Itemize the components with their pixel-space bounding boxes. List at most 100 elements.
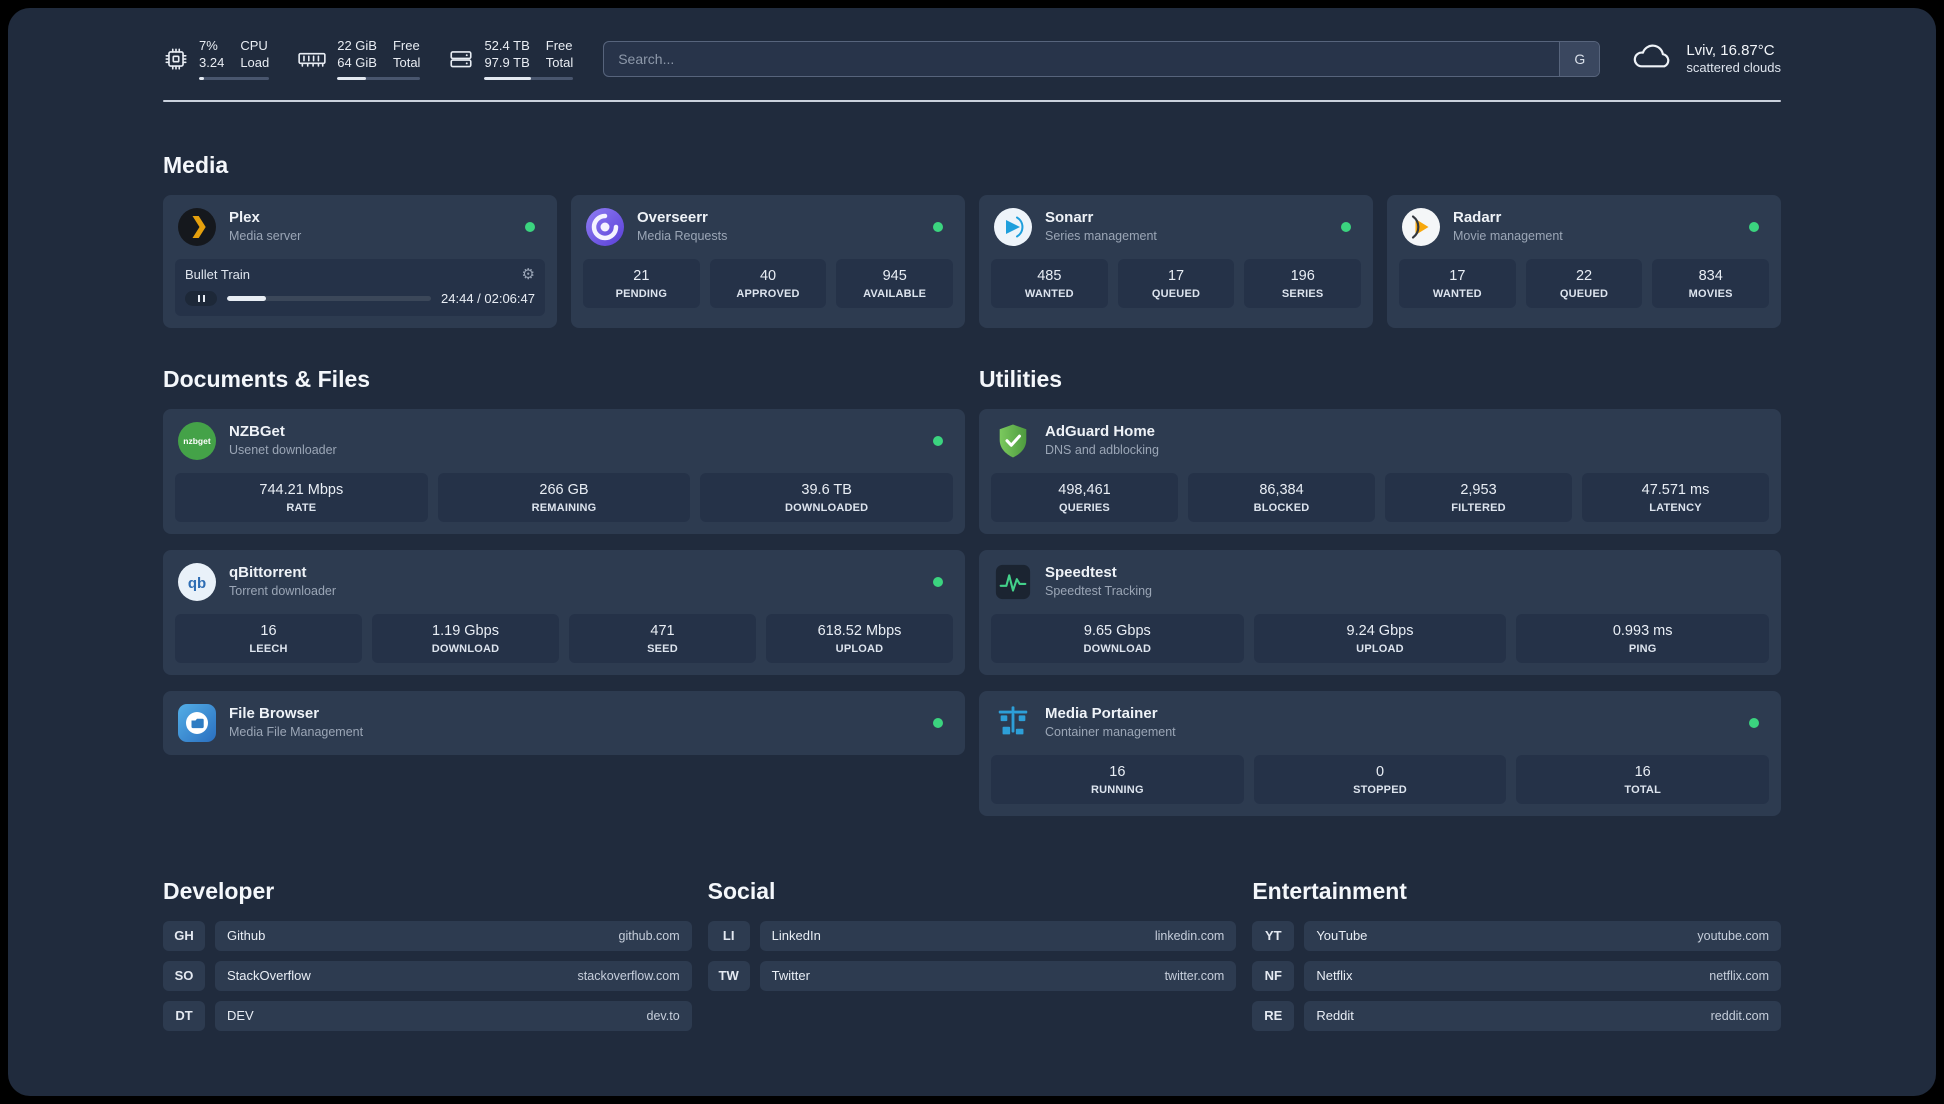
stat-latency: 47.571 ms LATENCY — [1582, 472, 1769, 522]
search-bar: G — [603, 40, 1601, 77]
bookmark-github[interactable]: Github github.com — [215, 920, 692, 951]
stat-rate: 744.21 Mbps RATE — [175, 472, 428, 522]
gear-icon[interactable]: ⚙ — [522, 267, 535, 282]
ram-progress-bar — [337, 76, 421, 80]
disk-total-value: 97.9 TB — [484, 54, 530, 70]
twitter-abbr: TW — [707, 960, 750, 991]
cpu-percent: 7% — [199, 38, 218, 53]
documents-section: Documents & Files nzbget NZBGet Usenet d — [163, 366, 965, 755]
card-portainer[interactable]: Media Portainer Container management 16 … — [979, 690, 1781, 816]
nzbget-status-dot — [933, 435, 943, 446]
stat-downloaded: 39.6 TB DOWNLOADED — [700, 472, 954, 522]
card-adguard[interactable]: AdGuard Home DNS and adblocking 498,461 … — [979, 408, 1781, 534]
nzbget-icon: nzbget — [177, 421, 217, 461]
pause-button[interactable] — [185, 290, 217, 306]
card-plex[interactable]: Plex Media server Bullet Train ⚙ 24:44 /… — [163, 194, 557, 328]
dashboard-page: 7% 3.24 CPU Load 22 GiB 64 GiB Free Tota… — [8, 8, 1936, 1096]
disk-label-2: Total — [545, 54, 574, 70]
disk-label-1: Free — [545, 38, 573, 53]
plex-status-dot — [525, 221, 535, 232]
stat-approved: 40 APPROVED — [709, 258, 827, 308]
adguard-icon — [993, 421, 1033, 461]
svg-text:nzbget: nzbget — [183, 436, 211, 446]
plex-icon — [177, 207, 217, 247]
bookmark-reddit[interactable]: Reddit reddit.com — [1304, 1000, 1781, 1031]
weather-condition: scattered clouds — [1686, 60, 1781, 76]
radarr-icon — [1401, 207, 1441, 247]
media-heading: Media — [163, 151, 229, 178]
stat-download: 1.19 Gbps DOWNLOAD — [372, 613, 559, 663]
cpu-label-1: CPU — [240, 38, 268, 53]
filebrowser-subtitle: Media File Management — [229, 725, 364, 740]
sonarr-subtitle: Series management — [1045, 229, 1157, 244]
card-speedtest[interactable]: Speedtest Speedtest Tracking 9.65 Gbps D… — [979, 549, 1781, 675]
linkedin-abbr: LI — [707, 920, 750, 951]
stat-queries: 498,461 QUERIES — [991, 472, 1178, 522]
dev-abbr: DT — [163, 1000, 205, 1031]
card-filebrowser[interactable]: File Browser Media File Management — [163, 690, 965, 755]
speedtest-name: Speedtest — [1045, 563, 1117, 581]
bookmark-group-entertainment: Entertainment YT YouTube youtube.com NF … — [1252, 878, 1781, 1031]
playback-progress-bar[interactable] — [227, 295, 432, 301]
disk-stat: 52.4 TB 97.9 TB Free Total — [448, 38, 574, 80]
netflix-abbr: NF — [1252, 960, 1295, 991]
search-input[interactable] — [604, 41, 1560, 76]
playback-time: 24:44 / 02:06:47 — [441, 290, 535, 306]
card-nzbget[interactable]: nzbget NZBGet Usenet downloader 744.21 M… — [163, 408, 965, 534]
stat-stopped: 0 STOPPED — [1253, 754, 1507, 804]
cpu-label-2: Load — [240, 54, 270, 70]
header-divider — [163, 99, 1781, 102]
now-playing-title: Bullet Train — [185, 266, 251, 282]
bookmark-twitter[interactable]: Twitter twitter.com — [759, 960, 1237, 991]
stat-series: 196 SERIES — [1244, 258, 1362, 308]
bookmark-group-developer: Developer GH Github github.com SO StackO… — [163, 878, 692, 1031]
bookmark-netflix[interactable]: Netflix netflix.com — [1304, 960, 1781, 991]
stat-wanted: 17 WANTED — [1399, 258, 1516, 308]
documents-heading: Documents & Files — [163, 365, 371, 392]
bookmark-youtube[interactable]: YouTube youtube.com — [1304, 920, 1781, 951]
plex-name: Plex — [229, 208, 260, 226]
overseerr-status-dot — [933, 221, 943, 232]
plex-subtitle: Media server — [229, 229, 302, 244]
top-bar: 7% 3.24 CPU Load 22 GiB 64 GiB Free Tota… — [163, 38, 1781, 80]
stat-download: 9.65 Gbps DOWNLOAD — [991, 613, 1244, 663]
stat-queued: 22 QUEUED — [1525, 258, 1643, 308]
card-sonarr[interactable]: Sonarr Series management 485 WANTED 17 Q… — [979, 194, 1373, 328]
radarr-name: Radarr — [1453, 208, 1502, 226]
nzbget-name: NZBGet — [229, 422, 285, 440]
qbittorrent-subtitle: Torrent downloader — [229, 584, 337, 599]
qbittorrent-status-dot — [933, 576, 943, 587]
card-qbittorrent[interactable]: qb qBittorrent Torrent downloader 16 LEE… — [163, 549, 965, 675]
stat-filtered: 2,953 FILTERED — [1385, 472, 1572, 522]
bookmark-linkedin[interactable]: LinkedIn linkedin.com — [759, 920, 1237, 951]
portainer-subtitle: Container management — [1045, 725, 1176, 740]
disk-icon — [448, 46, 474, 72]
stat-ping: 0.993 ms PING — [1516, 613, 1770, 663]
plex-now-playing: Bullet Train ⚙ 24:44 / 02:06:47 — [175, 258, 545, 316]
stat-remaining: 266 GB REMAINING — [437, 472, 691, 522]
stat-movies: 834 MOVIES — [1652, 258, 1770, 308]
overseerr-subtitle: Media Requests — [637, 229, 728, 244]
sonarr-icon — [993, 207, 1033, 247]
cpu-progress-bar — [199, 76, 270, 80]
ram-total-value: 64 GiB — [337, 54, 377, 70]
cloud-icon — [1630, 40, 1674, 77]
radarr-subtitle: Movie management — [1453, 229, 1563, 244]
stat-total: 16 TOTAL — [1516, 754, 1770, 804]
ram-label-2: Total — [392, 54, 421, 70]
radarr-status-dot — [1749, 221, 1759, 232]
card-overseerr[interactable]: Overseerr Media Requests 21 PENDING 40 A… — [571, 194, 965, 328]
stat-pending: 21 PENDING — [583, 258, 700, 308]
social-heading: Social — [707, 877, 776, 904]
filebrowser-icon — [177, 703, 217, 743]
disk-stat-body: 52.4 TB 97.9 TB Free Total — [484, 38, 574, 80]
search-engine-button[interactable]: G — [1559, 41, 1600, 76]
nzbget-subtitle: Usenet downloader — [229, 443, 337, 458]
card-radarr[interactable]: Radarr Movie management 17 WANTED 22 QUE… — [1387, 194, 1781, 328]
filebrowser-status-dot — [933, 717, 943, 728]
github-abbr: GH — [163, 920, 205, 951]
bookmark-dev[interactable]: DEV dev.to — [215, 1000, 692, 1031]
cpu-icon — [163, 46, 189, 72]
bookmark-stackoverflow[interactable]: StackOverflow stackoverflow.com — [215, 960, 692, 991]
stat-wanted: 485 WANTED — [991, 258, 1108, 308]
